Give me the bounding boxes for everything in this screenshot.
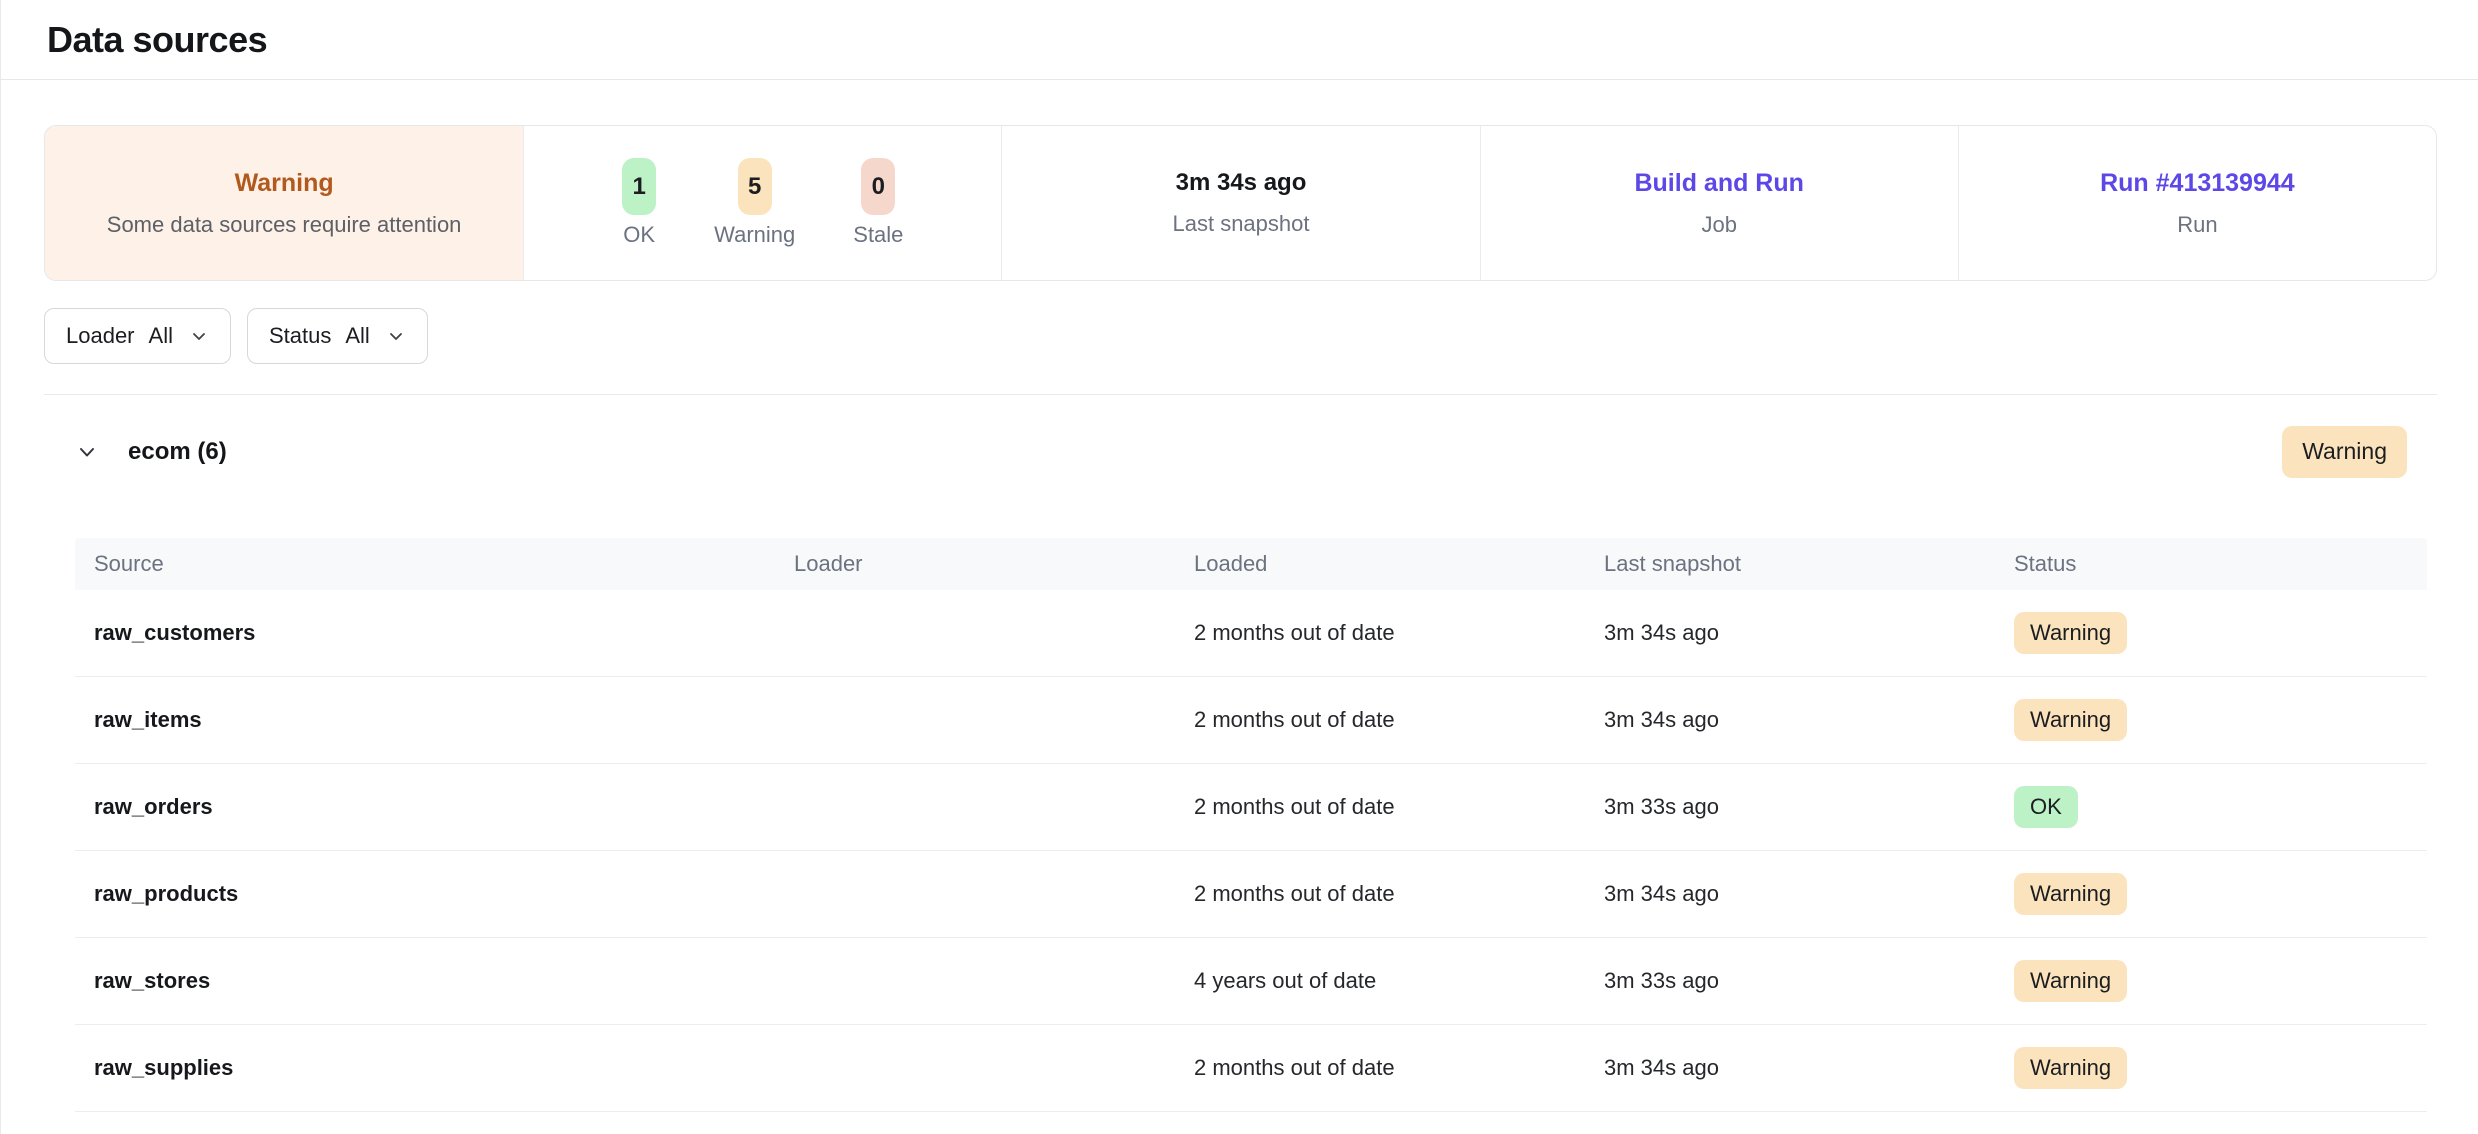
status-cell: Warning: [2014, 699, 2427, 741]
loaded-cell: 4 years out of date: [1194, 968, 1604, 994]
sources-table: Source Loader Loaded Last snapshot Statu…: [75, 538, 2427, 1112]
column-header-last-snapshot: Last snapshot: [1604, 551, 2014, 577]
loaded-cell: 2 months out of date: [1194, 881, 1604, 907]
status-cell: Warning: [2014, 1047, 2427, 1089]
last-snapshot-cell: 3m 34s ago: [1604, 881, 2014, 907]
status-count-value: 0: [861, 158, 895, 215]
status-count-ok: 1 OK: [622, 158, 656, 248]
table-body: raw_customers2 months out of date3m 34s …: [75, 590, 2427, 1112]
overall-status-subtitle: Some data sources require attention: [107, 212, 462, 238]
source-name: raw_orders: [94, 794, 794, 820]
source-group-status-badge: Warning: [2282, 426, 2407, 477]
table-row[interactable]: raw_products 2 months out of date3m 34s a…: [75, 851, 2427, 938]
table-row[interactable]: raw_stores 4 years out of date3m 33s agoW…: [75, 938, 2427, 1025]
status-filter-value: All: [345, 323, 369, 349]
job-card: Build and Run Job: [1480, 126, 1958, 280]
last-snapshot-cell: 3m 33s ago: [1604, 794, 2014, 820]
source-name: raw_stores: [94, 968, 794, 994]
status-cell: OK: [2014, 786, 2427, 828]
page-title: Data sources: [47, 19, 267, 61]
run-link[interactable]: Run #413139944: [2100, 169, 2295, 198]
last-snapshot-cell: 3m 34s ago: [1604, 707, 2014, 733]
last-snapshot-cell: 3m 33s ago: [1604, 968, 2014, 994]
page-header: Data sources: [1, 0, 2478, 80]
overall-status-card: Warning Some data sources require attent…: [45, 126, 523, 280]
overall-status-title: Warning: [235, 169, 334, 198]
status-badge: OK: [2014, 786, 2078, 828]
loaded-cell: 2 months out of date: [1194, 794, 1604, 820]
loader-filter-dropdown[interactable]: Loader All: [44, 308, 231, 364]
chevron-down-icon: [189, 326, 209, 346]
status-cell: Warning: [2014, 960, 2427, 1002]
table-row[interactable]: raw_supplies 2 months out of date3m 34s a…: [75, 1025, 2427, 1112]
source-name: raw_supplies: [94, 1055, 794, 1081]
run-card: Run #413139944 Run: [1958, 126, 2436, 280]
table-row[interactable]: raw_items 2 months out of date3m 34s agoW…: [75, 677, 2427, 764]
status-count-warning: 5 Warning: [714, 158, 795, 248]
table-row[interactable]: raw_customers 2 months out of date3m 34s …: [75, 590, 2427, 677]
loader-filter-value: All: [149, 323, 173, 349]
source-group-ecom: ecom (6) Warning Source Loader Loaded La…: [44, 395, 2437, 1112]
source-group-header: ecom (6) Warning: [44, 395, 2437, 480]
chevron-down-icon[interactable]: [74, 439, 100, 465]
source-name: raw_customers: [94, 620, 794, 646]
column-header-source: Source: [94, 551, 794, 577]
loaded-cell: 2 months out of date: [1194, 707, 1604, 733]
run-label: Run: [2177, 212, 2217, 238]
column-header-loader: Loader: [794, 551, 1194, 577]
job-label: Job: [1701, 212, 1736, 238]
status-badge: Warning: [2014, 699, 2127, 741]
last-snapshot-label: Last snapshot: [1173, 211, 1310, 237]
last-snapshot-cell: 3m 34s ago: [1604, 1055, 2014, 1081]
loader-filter-label: Loader: [66, 323, 135, 349]
last-snapshot-cell: 3m 34s ago: [1604, 620, 2014, 646]
summary-bar: Warning Some data sources require attent…: [44, 125, 2437, 281]
chevron-down-icon: [386, 326, 406, 346]
status-count-value: 1: [622, 158, 656, 215]
source-name: raw_products: [94, 881, 794, 907]
column-header-loaded: Loaded: [1194, 551, 1604, 577]
column-header-status: Status: [2014, 551, 2427, 577]
status-badge: Warning: [2014, 960, 2127, 1002]
content: Warning Some data sources require attent…: [1, 125, 2478, 1112]
status-badge: Warning: [2014, 873, 2127, 915]
status-badge: Warning: [2014, 1047, 2127, 1089]
status-counts-card: 1 OK 5 Warning 0 Stale: [523, 126, 1001, 280]
status-count-label: Warning: [714, 222, 795, 248]
status-cell: Warning: [2014, 873, 2427, 915]
job-link[interactable]: Build and Run: [1634, 169, 1803, 198]
source-group-title: ecom (6): [128, 438, 227, 466]
last-snapshot-value: 3m 34s ago: [1176, 169, 1307, 197]
last-snapshot-card: 3m 34s ago Last snapshot: [1001, 126, 1479, 280]
source-group-toggle[interactable]: ecom (6): [74, 438, 227, 466]
loaded-cell: 2 months out of date: [1194, 620, 1604, 646]
table-header-row: Source Loader Loaded Last snapshot Statu…: [75, 538, 2427, 590]
status-count-label: Stale: [853, 222, 903, 248]
status-badge: Warning: [2014, 612, 2127, 654]
filters-row: Loader All Status All: [44, 308, 2437, 364]
table-row[interactable]: raw_orders 2 months out of date3m 33s ago…: [75, 764, 2427, 851]
status-cell: Warning: [2014, 612, 2427, 654]
status-filter-label: Status: [269, 323, 331, 349]
source-name: raw_items: [94, 707, 794, 733]
status-counts: 1 OK 5 Warning 0 Stale: [622, 158, 903, 248]
loaded-cell: 2 months out of date: [1194, 1055, 1604, 1081]
status-count-label: OK: [623, 222, 655, 248]
status-count-stale: 0 Stale: [853, 158, 903, 248]
status-filter-dropdown[interactable]: Status All: [247, 308, 428, 364]
status-count-value: 5: [738, 158, 772, 215]
